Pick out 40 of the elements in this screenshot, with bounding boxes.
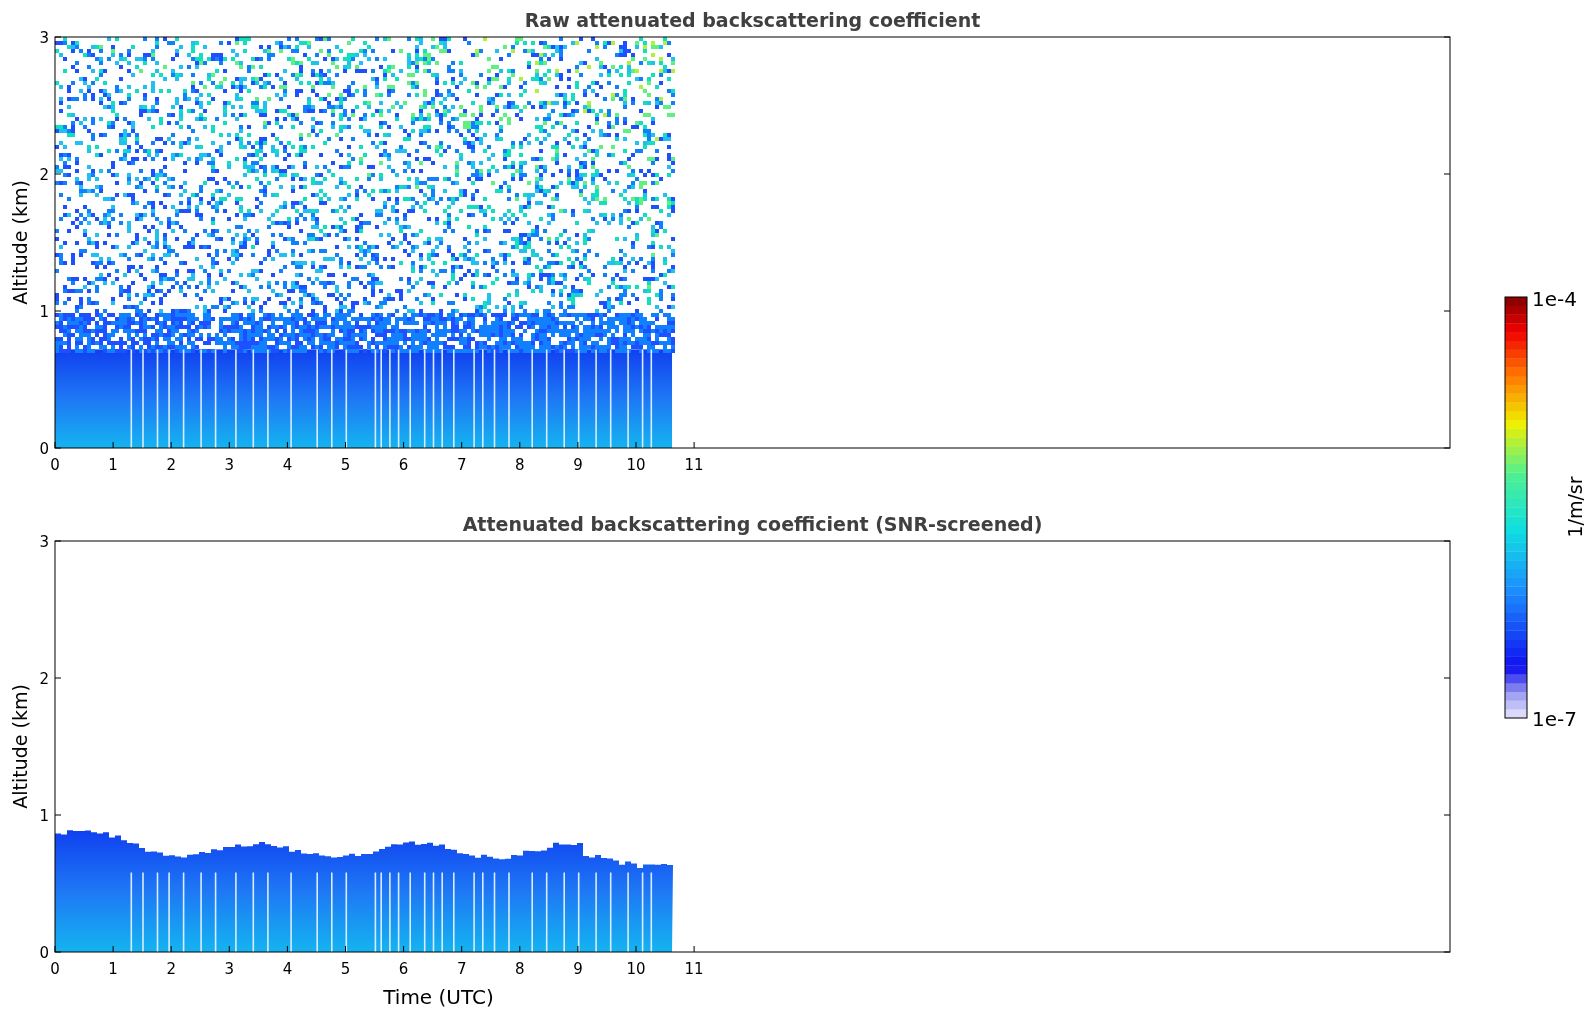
colorbar-unit-label: 1/m/sr [1564, 476, 1586, 538]
tick-label: 0 [39, 440, 49, 458]
tick-label: 1 [39, 303, 49, 321]
axis-label: Altitude (km) [9, 684, 31, 809]
tick-label: 2 [39, 670, 49, 688]
tick-label: 7 [456, 456, 467, 474]
tick-label: 3 [39, 29, 49, 47]
tick-label: 5 [340, 456, 351, 474]
tick-label: 9 [573, 456, 583, 474]
tick-label: 8 [515, 456, 525, 474]
tick-label: 10 [626, 960, 646, 978]
colorbar-label: 1e-4 [1532, 287, 1577, 311]
tick-label: 3 [224, 960, 235, 978]
tick-label: 5 [340, 960, 351, 978]
plot-title: Raw attenuated backscattering coefficient [524, 9, 981, 31]
tick-label: 1 [108, 960, 118, 978]
tick-label: 4 [282, 456, 293, 474]
tick-label: 6 [398, 456, 409, 474]
axis-label: Altitude (km) [9, 180, 31, 305]
tick-label: 3 [39, 533, 49, 551]
tick-label: 2 [166, 960, 176, 978]
tick-label: 11 [684, 456, 704, 474]
tick-label: 11 [684, 960, 704, 978]
tick-label: 10 [626, 456, 646, 474]
tick-label: 2 [39, 166, 49, 184]
tick-label: 1 [39, 807, 49, 825]
tick-label: 6 [398, 960, 409, 978]
axis-label: Time (UTC) [383, 985, 494, 1009]
colorbar-label: 1e-7 [1532, 707, 1577, 731]
tick-label: 0 [50, 456, 60, 474]
tick-label: 2 [166, 456, 176, 474]
tick-label: 4 [282, 960, 293, 978]
tick-label: 9 [573, 960, 583, 978]
tick-label: 0 [39, 944, 49, 962]
tick-label: 7 [456, 960, 467, 978]
tick-label: 3 [224, 456, 235, 474]
tick-label: 1 [108, 456, 118, 474]
tick-label: 0 [50, 960, 60, 978]
tick-label: 8 [515, 960, 525, 978]
plot-title: Attenuated backscattering coefficient (SNR-screened) [462, 513, 1043, 535]
